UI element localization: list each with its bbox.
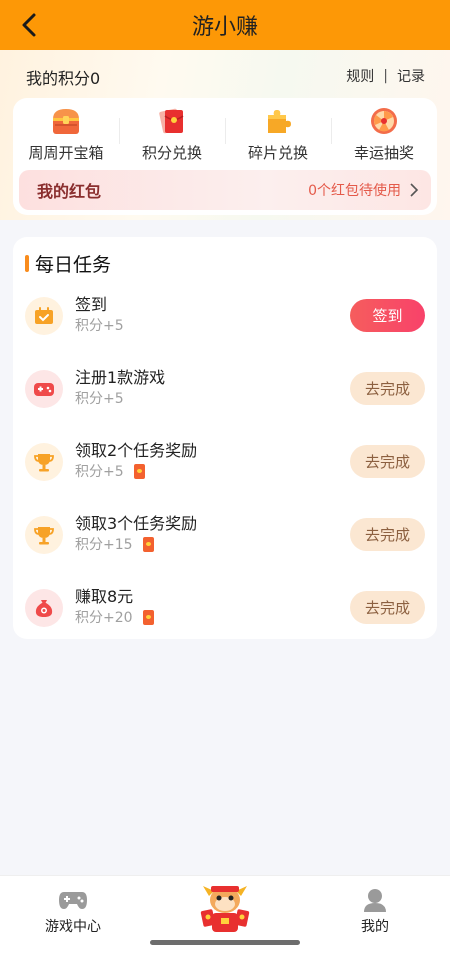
gamepad-icon — [34, 383, 54, 396]
task-row: 赚取8元 积分+20 去完成 — [13, 579, 437, 639]
go-complete-button[interactable]: 去完成 — [350, 445, 425, 478]
shortcut-lucky-draw[interactable]: 幸运抽奖 — [331, 98, 437, 164]
task-name: 领取3个任务奖励 — [75, 514, 198, 533]
tab-label: 游戏中心 — [45, 919, 101, 935]
back-button[interactable] — [14, 10, 44, 40]
records-link[interactable]: 记录 — [397, 66, 425, 86]
puzzle-piece-icon — [268, 110, 291, 133]
my-points-label: 我的积分0 — [26, 69, 101, 88]
shortcut-label: 幸运抽奖 — [353, 144, 414, 162]
task-points: 积分+15 — [75, 534, 154, 554]
heading-accent-bar — [25, 254, 29, 272]
link-separator: | — [383, 68, 388, 84]
red-envelope-icon — [142, 609, 154, 625]
treasure-chest-icon — [53, 109, 79, 134]
task-icon-wrap — [25, 589, 63, 627]
go-complete-button[interactable]: 去完成 — [350, 372, 425, 405]
daily-tasks-title: 每日任务 — [35, 253, 112, 276]
tab-mascot[interactable] — [197, 880, 253, 934]
chevron-left-icon — [22, 13, 36, 37]
red-envelope-icon — [133, 463, 145, 479]
task-points: 积分+5 — [75, 461, 145, 481]
daily-tasks-card: 每日任务 签到 积分+5 签到 注册1款游戏 积分+5 去完成 领取2个任务奖励… — [13, 237, 437, 639]
quick-actions-card: 周周开宝箱 积分兑换 碎片兑换 幸运抽奖 我的红包 0个红包待使用 — [13, 98, 437, 215]
mascot-icon — [200, 886, 250, 932]
red-packet-count: 0个红包待使用 — [308, 183, 401, 199]
task-name: 赚取8元 — [75, 587, 134, 606]
shortcut-row: 周周开宝箱 积分兑换 碎片兑换 幸运抽奖 — [13, 98, 437, 164]
task-row: 注册1款游戏 积分+5 去完成 — [13, 360, 437, 420]
go-complete-button[interactable]: 去完成 — [350, 591, 425, 624]
shortcut-points-exchange[interactable]: 积分兑换 — [119, 98, 225, 164]
chevron-right-icon — [410, 183, 419, 197]
tab-mine[interactable]: 我的 — [361, 888, 389, 936]
task-name: 领取2个任务奖励 — [75, 441, 198, 460]
task-points-value: 积分+5 — [75, 391, 124, 407]
shortcut-weekly-chest[interactable]: 周周开宝箱 — [13, 98, 119, 164]
task-points: 积分+5 — [75, 388, 124, 408]
task-icon-wrap — [25, 370, 63, 408]
top-app-bar: 游小赚 — [0, 0, 450, 50]
task-points-value: 积分+5 — [75, 318, 124, 334]
red-envelope-icon — [159, 108, 184, 134]
task-points-value: 积分+15 — [75, 537, 133, 553]
tab-game-center[interactable]: 游戏中心 — [45, 888, 101, 936]
shortcut-fragment-exchange[interactable]: 碎片兑换 — [225, 98, 331, 164]
red-envelope-icon — [142, 536, 154, 552]
user-icon — [364, 889, 386, 912]
task-row: 领取3个任务奖励 积分+15 去完成 — [13, 506, 437, 566]
checkin-button[interactable]: 签到 — [350, 299, 425, 332]
trophy-icon — [34, 527, 54, 545]
task-name: 注册1款游戏 — [75, 368, 166, 387]
home-indicator — [150, 940, 300, 945]
task-row: 领取2个任务奖励 积分+5 去完成 — [13, 433, 437, 493]
shortcut-label: 积分兑换 — [141, 144, 202, 162]
task-points-value: 积分+20 — [75, 610, 133, 626]
task-icon-wrap — [25, 516, 63, 554]
trophy-icon — [34, 454, 54, 472]
game-controller-icon — [59, 892, 87, 909]
task-name: 签到 — [75, 295, 108, 314]
top-links: 规则 | 记录 — [346, 66, 425, 86]
task-icon-wrap — [25, 443, 63, 481]
lucky-wheel-icon — [371, 108, 397, 134]
red-packet-title: 我的红包 — [37, 182, 102, 201]
task-points-value: 积分+5 — [75, 464, 124, 480]
task-icon-wrap — [25, 297, 63, 335]
money-bag-icon — [35, 600, 53, 617]
task-points: 积分+5 — [75, 315, 124, 335]
task-points: 积分+20 — [75, 607, 154, 627]
tab-label: 我的 — [361, 919, 389, 935]
red-packet-status: 0个红包待使用 — [308, 180, 419, 200]
page-title: 游小赚 — [191, 15, 258, 40]
go-complete-button[interactable]: 去完成 — [350, 518, 425, 551]
daily-tasks-heading: 每日任务 — [25, 251, 112, 276]
shortcut-label: 碎片兑换 — [247, 144, 308, 162]
rules-link[interactable]: 规则 — [346, 66, 374, 86]
my-red-packet-row[interactable]: 我的红包 0个红包待使用 — [19, 170, 431, 210]
shortcut-label: 周周开宝箱 — [28, 144, 104, 162]
calendar-check-icon — [35, 307, 53, 324]
task-row: 签到 积分+5 签到 — [13, 287, 437, 347]
